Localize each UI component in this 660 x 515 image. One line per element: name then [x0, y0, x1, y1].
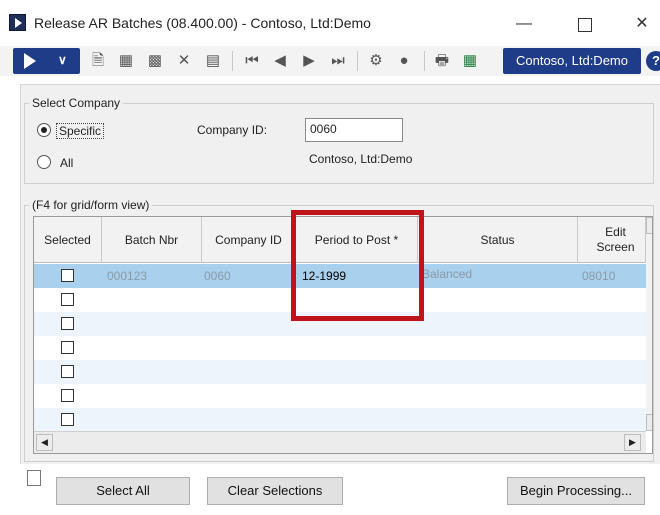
previous-record-icon[interactable]: ◀	[270, 51, 290, 71]
toolbar-separator	[424, 51, 425, 71]
column-header-edit-screen[interactable]: Edit Screen	[578, 217, 646, 263]
column-header-batch-nbr[interactable]: Batch Nbr	[102, 217, 202, 263]
minimize-button[interactable]: —	[502, 8, 546, 40]
specific-label[interactable]: Specific	[56, 123, 105, 139]
cell-edit-screen: 08010	[582, 269, 616, 283]
first-record-icon[interactable]: ⏮	[242, 51, 262, 71]
next-record-icon[interactable]: ▶	[299, 51, 319, 71]
finish-icon[interactable]: ▩	[145, 51, 165, 71]
all-radio[interactable]	[37, 155, 51, 169]
select-company-group	[24, 103, 654, 184]
view-icon[interactable]: ●	[394, 51, 414, 71]
row-checkbox[interactable]	[61, 293, 74, 306]
edit-screen-line2: Screen	[596, 240, 635, 254]
company-name: Contoso, Ltd:Demo	[309, 152, 413, 166]
specific-radio[interactable]	[37, 123, 51, 137]
all-label[interactable]: All	[60, 156, 73, 170]
row-checkbox[interactable]	[61, 413, 74, 426]
company-id-field[interactable]: 0060	[305, 118, 403, 142]
row-checkbox[interactable]	[61, 317, 74, 330]
app-icon	[9, 14, 26, 31]
table-row[interactable]	[34, 408, 652, 431]
title-bar: Release AR Batches (08.400.00) - Contoso…	[0, 0, 660, 46]
table-row[interactable]	[34, 336, 652, 360]
cell-batch-nbr: 000123	[107, 269, 148, 283]
select-company-label: Select Company	[29, 96, 124, 110]
maximize-button[interactable]	[562, 8, 606, 40]
company-button[interactable]: Contoso, Ltd:Demo	[503, 48, 641, 74]
note-icon[interactable]	[27, 470, 41, 486]
help-icon[interactable]: ?	[646, 51, 660, 71]
toolbar: ∨ 🗎 ▦ ▩ ✕ ▤ ⏮ ◀ ▶ ⏭ ⚙ ● 🖶 ▦ Contoso, Ltd…	[0, 46, 660, 76]
cell-status: Balanced	[422, 267, 473, 281]
print-icon[interactable]: 🖶	[432, 51, 452, 71]
toolbar-separator	[357, 51, 358, 71]
column-header-company-id[interactable]: Company ID	[202, 217, 296, 263]
delete-icon[interactable]: ✕	[174, 51, 194, 71]
begin-processing-button[interactable]: Begin Processing...	[507, 477, 645, 505]
customize-icon[interactable]: ⚙	[366, 51, 386, 71]
toolbar-separator	[232, 51, 233, 71]
scroll-up-icon[interactable]: ▲	[646, 217, 652, 234]
scroll-left-icon[interactable]: ◀	[36, 434, 53, 451]
close-button[interactable]: ✕	[620, 8, 660, 40]
row-checkbox[interactable]	[61, 389, 74, 402]
excel-icon[interactable]: ▦	[460, 51, 480, 71]
play-icon	[24, 53, 36, 69]
table-row[interactable]	[34, 360, 652, 384]
table-row[interactable]	[34, 384, 652, 408]
scroll-right-icon[interactable]: ▶	[624, 434, 641, 451]
cell-company-id: 0060	[204, 269, 231, 283]
clear-selections-button[interactable]: Clear Selections	[207, 477, 343, 505]
vertical-scrollbar[interactable]: ▲ ▼	[646, 217, 652, 431]
window-title: Release AR Batches (08.400.00) - Contoso…	[34, 15, 371, 31]
row-checkbox[interactable]	[61, 269, 74, 282]
row-checkbox[interactable]	[61, 341, 74, 354]
new-icon[interactable]: 🗎	[88, 51, 108, 71]
select-all-button[interactable]: Select All	[56, 477, 190, 505]
row-checkbox[interactable]	[61, 365, 74, 378]
column-header-status[interactable]: Status	[418, 217, 578, 263]
column-header-selected[interactable]: Selected	[34, 217, 102, 263]
note-icon[interactable]: ▤	[203, 51, 223, 71]
last-record-icon[interactable]: ⏭	[328, 51, 348, 71]
save-icon[interactable]: ▦	[116, 51, 136, 71]
grid-group-label: (F4 for grid/form view)	[29, 198, 153, 212]
company-id-label: Company ID:	[197, 123, 268, 137]
horizontal-scrollbar[interactable]: ◀ ▶	[34, 431, 646, 453]
scroll-down-icon[interactable]: ▼	[646, 414, 652, 431]
highlight-box	[291, 210, 424, 321]
menu-button[interactable]: ∨	[13, 48, 80, 74]
chevron-down-icon: ∨	[58, 53, 67, 67]
edit-screen-line1: Edit	[605, 225, 626, 239]
